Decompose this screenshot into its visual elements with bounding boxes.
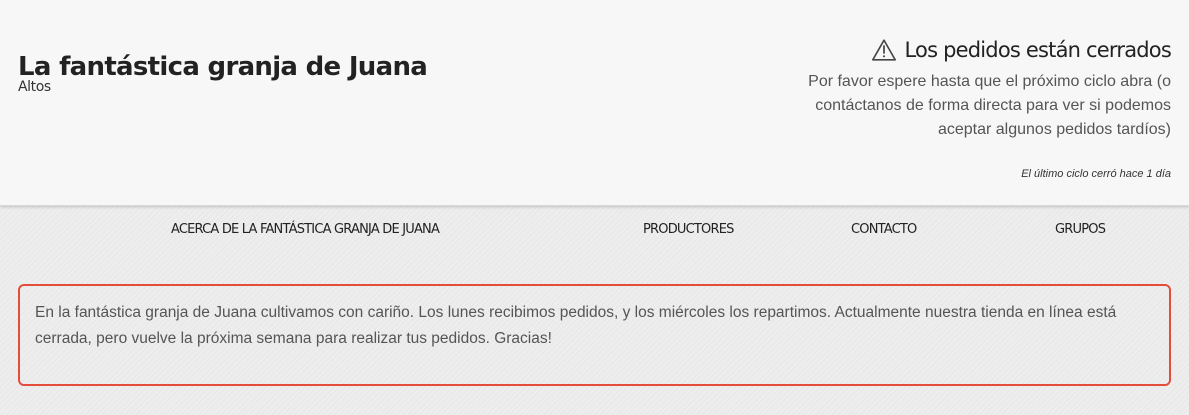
orders-closed-notice: Los pedidos están cerrados Por favor esp… (791, 30, 1172, 142)
nav-groups[interactable]: GRUPOS (1055, 217, 1106, 243)
nav-about[interactable]: ACERCA DE LA FANTÁSTICA GRANJA DE JUANA (171, 217, 440, 243)
nav-producers[interactable]: PRODUCTORES (643, 217, 734, 243)
orders-closed-heading: Los pedidos están cerrados (791, 30, 1172, 70)
shop-header: La fantástica granja de Juana Altos Los … (0, 0, 1189, 206)
main-navigation: ACERCA DE LA FANTÁSTICA GRANJA DE JUANA … (0, 217, 1189, 243)
nav-contact[interactable]: CONTACTO (851, 217, 917, 243)
shop-closed-message: En la fantástica granja de Juana cultiva… (18, 284, 1171, 386)
warning-triangle-icon (871, 38, 897, 62)
last-cycle-status: El último ciclo cerró hace 1 día (1021, 168, 1171, 180)
orders-closed-message: Por favor espere hasta que el próximo ci… (808, 73, 1171, 138)
shop-closed-message-text: En la fantástica granja de Juana cultiva… (35, 304, 1117, 347)
orders-closed-title: Los pedidos están cerrados (904, 38, 1171, 62)
shop-subtitle: Altos (18, 79, 51, 95)
shop-title: La fantástica granja de Juana (18, 52, 428, 83)
